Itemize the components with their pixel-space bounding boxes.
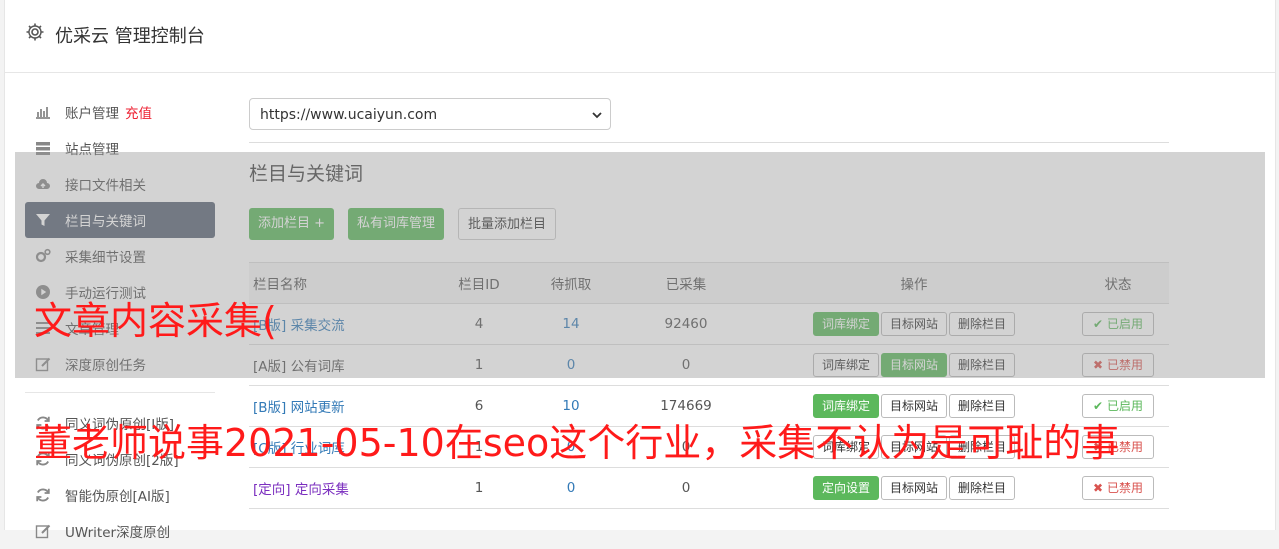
lexicon-bind-button[interactable]: 定向设置 (812, 476, 879, 500)
column-prefix[interactable]: [定向] (253, 482, 291, 498)
sidebar-divider (25, 392, 215, 393)
status-label: 已启用 (1106, 399, 1143, 413)
sidebar-item-label: UWriter深度原创 (65, 525, 171, 541)
collected-cell: 0 (611, 467, 761, 509)
sidebar-item-account[interactable]: 账户管理 充值 (25, 94, 215, 130)
status-cell: ✖ 已禁用 (1067, 467, 1169, 509)
bar-chart-icon (36, 107, 50, 119)
divider (249, 142, 1169, 143)
sidebar-item-label: 账户管理 (65, 106, 119, 122)
pending-cell: 0 (531, 467, 611, 509)
target-site-button[interactable]: 目标网站 (880, 476, 947, 500)
status-label: 已禁用 (1106, 481, 1143, 495)
recharge-link[interactable]: 充值 (125, 102, 152, 122)
column-name-cell: [定向] 定向采集 (249, 467, 427, 509)
edit-icon (35, 524, 51, 539)
watermark-line2: 董老师说事2021-05-10在seo这个行业，采集不认为是可耻的事 (34, 421, 1120, 465)
site-select[interactable]: https://www.ucaiyun.com (249, 98, 611, 130)
check-icon: ✔ (1093, 399, 1104, 413)
refresh-icon (36, 488, 50, 502)
gear-icon (26, 23, 44, 41)
sidebar-item-uwriter[interactable]: UWriter深度原创 (25, 513, 215, 549)
column-name-link[interactable]: 定向采集 (295, 482, 349, 498)
delete-column-button[interactable]: 删除栏目 (949, 476, 1016, 500)
column-id-cell: 1 (427, 467, 531, 509)
page-header-title: 优采云 管理控制台 (55, 26, 205, 47)
header: 优采云 管理控制台 (5, 0, 1275, 73)
chevron-down-icon (592, 112, 602, 119)
sidebar-item-label: 智能伪原创[AI版] (65, 489, 170, 505)
close-icon: ✖ (1093, 481, 1104, 495)
status-toggle-button[interactable]: ✖ 已禁用 (1082, 476, 1154, 500)
operations-cell: 定向设置 目标网站 删除栏目 (761, 467, 1067, 509)
site-select-value: https://www.ucaiyun.com (260, 107, 438, 123)
watermark-line1: 文章内容采集( (34, 299, 277, 343)
sidebar-item-smart-ai[interactable]: 智能伪原创[AI版] (25, 477, 215, 513)
table-row: [定向] 定向采集 1 0 0 定向设置 目标网站 删除栏目 ✖ 已禁用 (249, 467, 1169, 509)
